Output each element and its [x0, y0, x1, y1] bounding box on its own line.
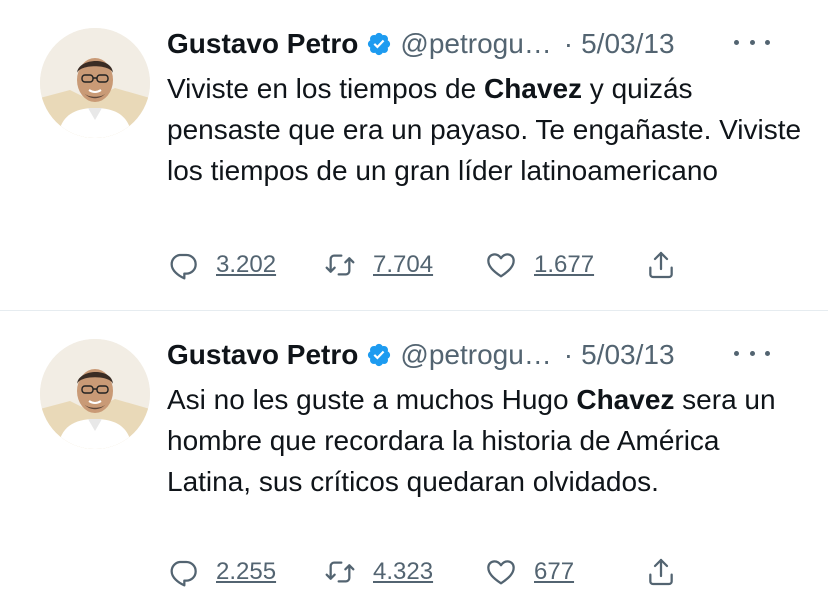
retweet-button[interactable]: 4.323 [324, 555, 433, 589]
more-dots-icon[interactable] [734, 30, 770, 54]
retweet-icon [324, 249, 356, 281]
avatar-image [40, 28, 150, 138]
retweet-icon [324, 556, 356, 588]
reply-icon [167, 556, 199, 588]
retweet-count[interactable]: 4.323 [373, 558, 433, 586]
tweet-header: Gustavo Petro @petrogu… · 5/03/13 [167, 337, 675, 373]
author-name[interactable]: Gustavo Petro [167, 28, 358, 60]
reply-icon [167, 249, 199, 281]
avatar[interactable] [40, 339, 150, 449]
author-handle[interactable]: @petrogu… [400, 28, 551, 60]
verified-badge-icon [366, 342, 392, 368]
heart-icon [485, 556, 517, 588]
reply-count[interactable]: 3.202 [216, 251, 276, 279]
share-icon [645, 556, 677, 588]
retweet-button[interactable]: 7.704 [324, 248, 433, 282]
heart-icon [485, 249, 517, 281]
tweet-text: Viviste en los tiempos de Chavez y quizá… [167, 68, 807, 191]
tweet-actions: 2.255 4.323 677 [167, 555, 697, 589]
share-icon [645, 249, 677, 281]
share-button[interactable] [645, 555, 677, 589]
tweet[interactable]: Gustavo Petro @petrogu… · 5/03/13 Vivist… [0, 0, 828, 310]
tweet-actions: 3.202 7.704 1.677 [167, 248, 697, 282]
like-count[interactable]: 1.677 [534, 251, 594, 279]
reply-button[interactable]: 3.202 [167, 248, 276, 282]
tweet-text-bold: Chavez [483, 73, 583, 104]
avatar-image [40, 339, 150, 449]
more-dots-icon[interactable] [734, 341, 770, 365]
reply-count[interactable]: 2.255 [216, 558, 276, 586]
tweet-date[interactable]: 5/03/13 [581, 339, 674, 371]
tweet-date[interactable]: 5/03/13 [581, 28, 674, 60]
share-button[interactable] [645, 248, 677, 282]
separator-dot: · [563, 339, 574, 370]
avatar[interactable] [40, 28, 150, 138]
like-button[interactable]: 677 [485, 555, 574, 589]
separator-dot: · [563, 28, 574, 59]
tweet-header: Gustavo Petro @petrogu… · 5/03/13 [167, 26, 675, 62]
like-count[interactable]: 677 [534, 558, 574, 586]
tweet-text-part: Viviste en los tiempos de [167, 73, 484, 104]
tweet-text-part: Asi no les guste a muchos Hugo [167, 384, 577, 415]
retweet-count[interactable]: 7.704 [373, 251, 433, 279]
tweet-text-bold: Chavez [576, 384, 675, 415]
reply-button[interactable]: 2.255 [167, 555, 276, 589]
like-button[interactable]: 1.677 [485, 248, 594, 282]
author-handle[interactable]: @petrogu… [400, 339, 551, 371]
verified-badge-icon [366, 31, 392, 57]
tweet[interactable]: Gustavo Petro @petrogu… · 5/03/13 Asi no… [0, 311, 828, 614]
tweet-text: Asi no les guste a muchos Hugo Chavez se… [167, 379, 807, 502]
tweet-feed: Gustavo Petro @petrogu… · 5/03/13 Vivist… [0, 0, 828, 614]
author-name[interactable]: Gustavo Petro [167, 339, 358, 371]
